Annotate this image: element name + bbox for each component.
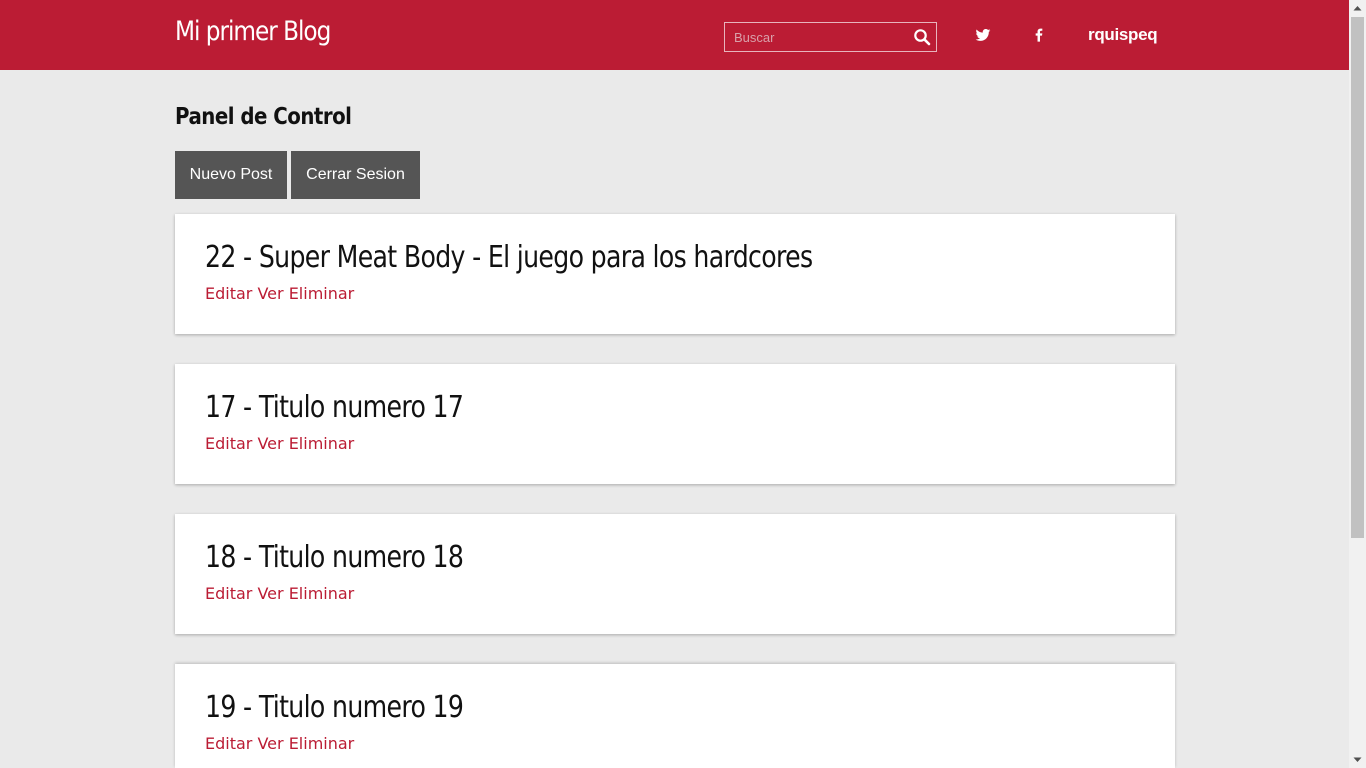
post-card: 22 - Super Meat Body - El juego para los… <box>175 214 1175 334</box>
delete-link[interactable]: Eliminar <box>289 734 355 753</box>
twitter-icon[interactable] <box>975 27 991 43</box>
edit-link[interactable]: Editar <box>205 584 252 603</box>
scroll-up-arrow-icon[interactable] <box>1349 0 1366 17</box>
facebook-icon[interactable] <box>1031 27 1047 43</box>
user-menu[interactable]: rquispeq <box>1088 25 1158 45</box>
post-card: 18 - Titulo numero 18 Editar Ver Elimina… <box>175 514 1175 634</box>
view-link[interactable]: Ver <box>257 734 283 753</box>
post-title: 18 - Titulo numero 18 <box>205 540 464 575</box>
delete-link[interactable]: Eliminar <box>289 434 355 453</box>
delete-link[interactable]: Eliminar <box>289 584 355 603</box>
post-title: 22 - Super Meat Body - El juego para los… <box>205 240 813 275</box>
view-link[interactable]: Ver <box>257 284 283 303</box>
post-title: 17 - Titulo numero 17 <box>205 390 464 425</box>
search-input[interactable] <box>725 23 910 51</box>
edit-link[interactable]: Editar <box>205 434 252 453</box>
view-link[interactable]: Ver <box>257 584 283 603</box>
delete-link[interactable]: Eliminar <box>289 284 355 303</box>
post-actions: Editar Ver Eliminar <box>205 284 354 303</box>
page-title: Panel de Control <box>175 104 352 130</box>
post-card: 17 - Titulo numero 17 Editar Ver Elimina… <box>175 364 1175 484</box>
post-title: 19 - Titulo numero 19 <box>205 690 464 725</box>
scroll-down-arrow-icon[interactable] <box>1349 751 1366 768</box>
edit-link[interactable]: Editar <box>205 734 252 753</box>
scrollbar[interactable] <box>1349 0 1366 768</box>
logout-button[interactable]: Cerrar Sesion <box>291 151 420 199</box>
top-navbar: Mi primer Blog rquispeq <box>0 0 1349 70</box>
scrollbar-thumb[interactable] <box>1351 17 1364 538</box>
site-brand[interactable]: Mi primer Blog <box>175 16 331 47</box>
post-actions: Editar Ver Eliminar <box>205 584 354 603</box>
view-link[interactable]: Ver <box>257 434 283 453</box>
new-post-button[interactable]: Nuevo Post <box>175 151 287 199</box>
post-actions: Editar Ver Eliminar <box>205 434 354 453</box>
search-box <box>724 22 937 52</box>
edit-link[interactable]: Editar <box>205 284 252 303</box>
post-card: 19 - Titulo numero 19 Editar Ver Elimina… <box>175 664 1175 768</box>
post-actions: Editar Ver Eliminar <box>205 734 354 753</box>
search-icon[interactable] <box>913 28 931 46</box>
